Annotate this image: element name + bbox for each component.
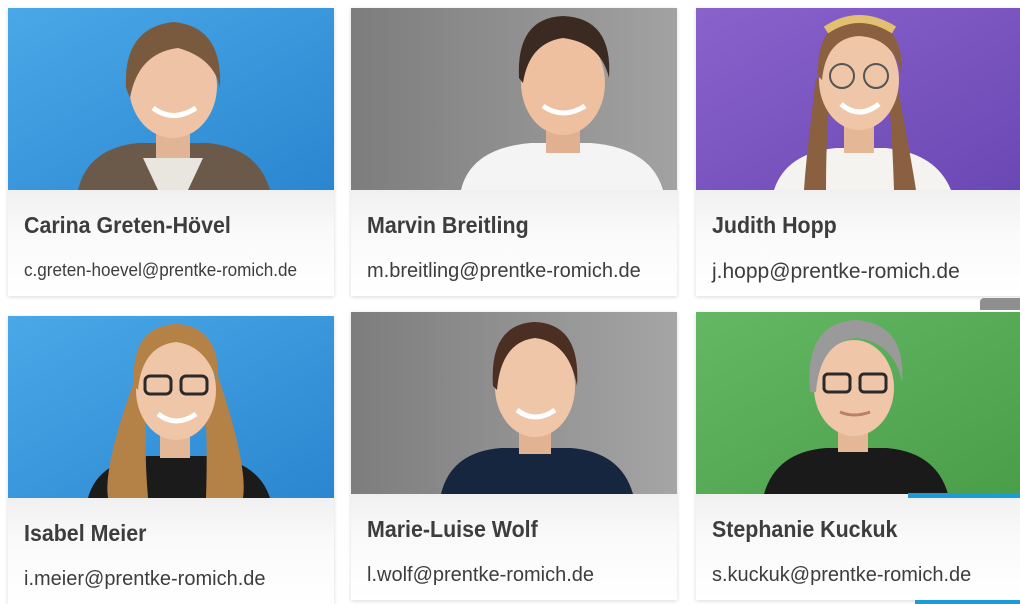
team-card: Marvin Breitling m.breitling@prentke-rom… xyxy=(351,8,677,296)
person-email[interactable]: m.breitling@prentke-romich.de xyxy=(367,260,641,283)
portrait-photo xyxy=(696,312,1020,494)
person-name: Isabel Meier xyxy=(24,520,147,546)
person-name: Marvin Breitling xyxy=(367,212,529,238)
scroll-tab-decoration xyxy=(980,298,1020,310)
person-name: Judith Hopp xyxy=(712,212,837,238)
person-email[interactable]: i.meier@prentke-romich.de xyxy=(24,568,266,591)
team-card: Judith Hopp j.hopp@prentke-romich.de xyxy=(696,8,1020,296)
team-card: Isabel Meier i.meier@prentke-romich.de xyxy=(8,316,334,604)
card-info: Marvin Breitling m.breitling@prentke-rom… xyxy=(351,190,677,296)
person-name: Marie-Luise Wolf xyxy=(367,516,538,542)
card-info: Isabel Meier i.meier@prentke-romich.de xyxy=(8,498,334,604)
card-info: Carina Greten-Hövel c.greten-hoevel@pren… xyxy=(8,190,334,296)
card-info: Judith Hopp j.hopp@prentke-romich.de xyxy=(696,190,1020,296)
person-email[interactable]: l.wolf@prentke-romich.de xyxy=(367,564,594,587)
accent-strip xyxy=(908,493,1020,498)
team-card: Stephanie Kuckuk s.kuckuk@prentke-romich… xyxy=(696,312,1020,600)
card-info: Marie-Luise Wolf l.wolf@prentke-romich.d… xyxy=(351,494,677,600)
person-email[interactable]: s.kuckuk@prentke-romich.de xyxy=(712,564,971,587)
team-card: Marie-Luise Wolf l.wolf@prentke-romich.d… xyxy=(351,312,677,600)
person-name: Stephanie Kuckuk xyxy=(712,516,898,542)
team-card: Carina Greten-Hövel c.greten-hoevel@pren… xyxy=(8,8,334,296)
portrait-photo xyxy=(696,8,1020,190)
person-name: Carina Greten-Hövel xyxy=(24,212,231,238)
portrait-photo xyxy=(8,8,334,190)
person-email[interactable]: c.greten-hoevel@prentke-romich.de xyxy=(24,260,297,281)
portrait-photo xyxy=(8,316,334,498)
portrait-photo xyxy=(351,8,677,190)
card-info: Stephanie Kuckuk s.kuckuk@prentke-romich… xyxy=(696,494,1020,600)
portrait-photo xyxy=(351,312,677,494)
team-grid: Carina Greten-Hövel c.greten-hoevel@pren… xyxy=(0,0,1020,604)
person-email[interactable]: j.hopp@prentke-romich.de xyxy=(712,260,960,284)
accent-strip-bottom xyxy=(915,600,1020,604)
